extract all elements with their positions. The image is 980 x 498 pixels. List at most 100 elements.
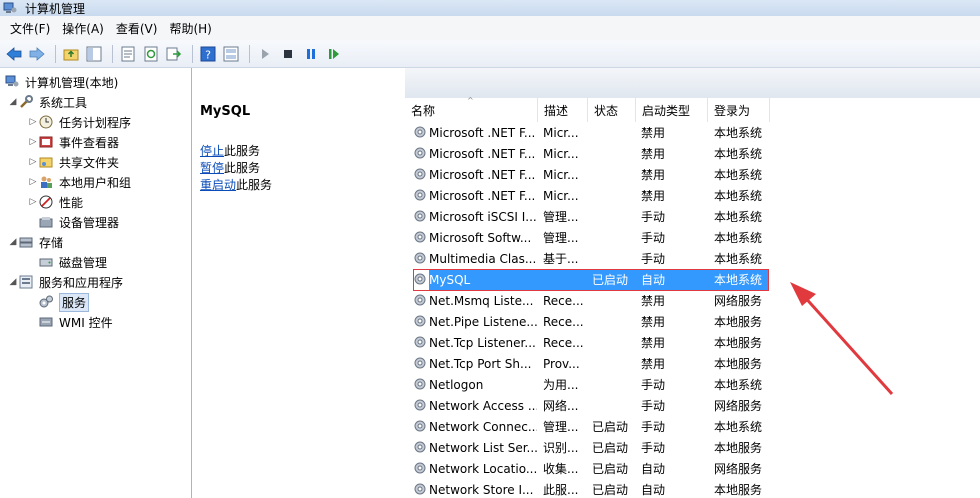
service-row[interactable]: Multimedia Clas... 基于... 手动 本地系统 [405, 248, 980, 269]
tree-item-disk-management[interactable]: 磁盘管理 [38, 252, 107, 272]
tree-item-services-apps[interactable]: ◢ 服务和应用程序 [8, 272, 123, 292]
service-name-cell: Network List Ser... [429, 440, 537, 455]
show-hide-tree-icon[interactable] [84, 44, 104, 64]
tree-item-root[interactable]: 计算机管理(本地) [4, 72, 118, 92]
service-name-cell: Microsoft .NET F... [429, 167, 536, 182]
collapsed-arrow-icon[interactable]: ▷ [28, 197, 38, 207]
refresh-icon[interactable] [141, 44, 161, 64]
service-status-cell [592, 311, 636, 332]
up-folder-icon[interactable] [61, 44, 81, 64]
service-row[interactable]: Microsoft .NET F... Micr... 禁用 本地系统 [405, 122, 980, 143]
service-row[interactable]: Microsoft .NET F... Micr... 禁用 本地系统 [405, 185, 980, 206]
menu-file[interactable]: 文件(F) [4, 20, 56, 37]
detail-pane [193, 68, 405, 498]
column-header-name[interactable]: 名称 ^ [405, 96, 538, 122]
service-desc-cell: 此服... [543, 483, 579, 497]
view-icon[interactable] [221, 44, 241, 64]
title-bar: 计算机管理 [0, 0, 980, 16]
service-status-cell [592, 290, 636, 311]
tree-item-shared-folders[interactable]: ▷ 共享文件夹 [28, 152, 119, 172]
service-status-cell [592, 143, 636, 164]
service-desc-cell: Prov... [543, 356, 580, 371]
service-gear-icon [414, 126, 426, 138]
restart-action: 重启动此服务 [200, 176, 272, 193]
column-header-status[interactable]: 状态 [588, 98, 636, 122]
forward-arrow-icon[interactable] [27, 44, 47, 64]
tree-item-wmi[interactable]: WMI 控件 [38, 312, 113, 332]
service-gear-icon [414, 336, 426, 348]
tree-item-task-scheduler[interactable]: ▷ 任务计划程序 [28, 112, 131, 132]
tree-item-performance[interactable]: ▷ 性能 [28, 192, 83, 212]
service-gear-icon [414, 483, 426, 495]
service-desc-cell: 收集... [543, 462, 579, 476]
back-arrow-icon[interactable] [4, 44, 24, 64]
tree-label: 事件查看器 [59, 135, 120, 150]
service-logon-cell: 本地系统 [714, 252, 763, 266]
pause-icon[interactable] [301, 44, 321, 64]
column-header-desc[interactable]: 描述 [538, 98, 588, 122]
collapsed-arrow-icon[interactable]: ▷ [28, 157, 38, 167]
menu-view[interactable]: 查看(V) [110, 20, 164, 37]
service-row[interactable]: Microsoft Softw... 管理... 手动 本地系统 [405, 227, 980, 248]
resume-icon[interactable] [324, 44, 344, 64]
toolbar-separator [192, 44, 193, 63]
column-label: 状态 [594, 103, 619, 118]
service-desc-cell: Rece... [543, 335, 584, 350]
collapsed-arrow-icon[interactable]: ▷ [28, 117, 38, 127]
service-gear-icon [414, 315, 426, 327]
service-row[interactable]: Microsoft .NET F... Micr... 禁用 本地系统 [405, 143, 980, 164]
service-row[interactable]: Network Store I... 此服... 已启动 自动 本地服务 [405, 479, 980, 498]
column-label: 描述 [544, 103, 569, 118]
tree-item-system-tools[interactable]: ◢ 系统工具 [8, 92, 87, 112]
service-desc-cell: 为用... [543, 378, 579, 392]
service-row[interactable]: Network Locatio... 收集... 已启动 自动 网络服务 [405, 458, 980, 479]
service-status-cell: 已启动 [592, 462, 629, 476]
stop-icon[interactable] [278, 44, 298, 64]
pause-link[interactable]: 暂停 [200, 161, 224, 175]
tree-item-event-viewer[interactable]: ▷ 事件查看器 [28, 132, 119, 152]
help-icon[interactable]: ? [198, 44, 218, 64]
menu-help[interactable]: 帮助(H) [163, 20, 217, 37]
column-header-startup[interactable]: 启动类型 [636, 98, 708, 122]
tree-item-device-manager[interactable]: 设备管理器 [38, 212, 119, 232]
service-desc-cell: 管理... [543, 420, 579, 434]
service-status-cell: 已启动 [592, 420, 629, 434]
menu-action[interactable]: 操作(A) [56, 20, 110, 37]
service-status-cell [592, 353, 636, 374]
service-gear-icon [414, 210, 426, 222]
service-startup-cell: 手动 [641, 441, 666, 455]
svg-text:?: ? [205, 48, 211, 61]
wmi-icon [38, 314, 54, 330]
service-gear-icon [414, 231, 426, 243]
service-startup-cell: 禁用 [641, 315, 666, 329]
service-logon-cell: 网络服务 [714, 462, 763, 476]
service-startup-cell: 手动 [641, 252, 666, 266]
service-row[interactable]: Network List Ser... 识别... 已启动 手动 本地服务 [405, 437, 980, 458]
tree-item-services[interactable]: 服务 [38, 292, 90, 312]
service-logon-cell: 本地服务 [714, 336, 763, 350]
window-title: 计算机管理 [25, 1, 86, 16]
service-status-cell [592, 332, 636, 353]
stop-link[interactable]: 停止 [200, 144, 224, 158]
expanded-arrow-icon[interactable]: ◢ [8, 277, 18, 287]
service-row[interactable]: Network Connec... 管理... 已启动 手动 本地系统 [405, 416, 980, 437]
expanded-arrow-icon[interactable]: ◢ [8, 97, 18, 107]
export-icon[interactable] [164, 44, 184, 64]
tree-item-local-users[interactable]: ▷ 本地用户和组 [28, 172, 131, 192]
service-name-cell: Net.Tcp Port Sh... [429, 356, 532, 371]
properties-icon[interactable] [118, 44, 138, 64]
tree-item-storage[interactable]: ◢ 存储 [8, 232, 63, 252]
tree-label: 计算机管理(本地) [25, 75, 119, 90]
column-header-logon[interactable]: 登录为 [708, 98, 770, 122]
computer-icon [4, 74, 20, 90]
restart-link[interactable]: 重启动 [200, 178, 236, 192]
tree-label: 共享文件夹 [59, 155, 120, 170]
expanded-arrow-icon[interactable]: ◢ [8, 237, 18, 247]
collapsed-arrow-icon[interactable]: ▷ [28, 177, 38, 187]
collapsed-arrow-icon[interactable]: ▷ [28, 137, 38, 147]
service-row[interactable]: Microsoft .NET F... Micr... 禁用 本地系统 [405, 164, 980, 185]
service-logon-cell: 本地服务 [714, 441, 763, 455]
tree-label: 本地用户和组 [59, 175, 132, 190]
play-icon[interactable] [255, 44, 275, 64]
service-row[interactable]: Microsoft iSCSI I... 管理... 手动 本地系统 [405, 206, 980, 227]
